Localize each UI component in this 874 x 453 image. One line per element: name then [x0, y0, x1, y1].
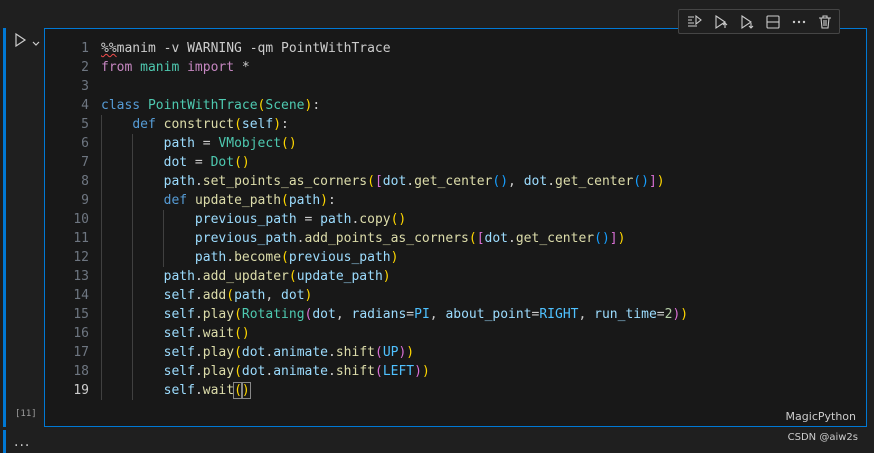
line-number-gutter: 1 2 3 4 5 6 7 8 9 10 11 12 13 14 15 16 17 18 19	[45, 39, 89, 400]
cell-focus-indicator	[3, 28, 6, 427]
line-number: 6	[81, 136, 89, 151]
line-number: 9	[81, 193, 89, 208]
code-line[interactable]: self.play(dot.animate.shift(UP))	[101, 343, 856, 362]
line-number: 7	[81, 155, 89, 170]
code-line[interactable]: self.play(Rotating(dot, radians=PI, abou…	[101, 305, 856, 324]
delete-icon[interactable]	[812, 11, 838, 33]
watermark: CSDN @aiw2s	[787, 432, 858, 443]
execution-count: [11]	[15, 409, 37, 419]
line-number: 5	[81, 117, 89, 132]
line-number: 14	[73, 288, 89, 303]
code-line[interactable]: from manim import *	[101, 58, 856, 77]
run-cell-icon[interactable]	[12, 32, 28, 48]
next-cell-indicator	[3, 430, 6, 453]
code-line[interactable]: self.add(path, dot)	[101, 286, 856, 305]
line-number: 13	[73, 269, 89, 284]
line-number: 4	[81, 98, 89, 113]
line-number: 8	[81, 174, 89, 189]
code-line[interactable]: path = VMobject()	[101, 134, 856, 153]
code-line[interactable]	[101, 77, 856, 96]
more-icon[interactable]	[786, 11, 812, 33]
line-number: 2	[81, 60, 89, 75]
split-cell-icon[interactable]	[760, 11, 786, 33]
code-line[interactable]: previous_path.add_points_as_corners([dot…	[101, 229, 856, 248]
code-line[interactable]: %%manim -v WARNING -qm PointWithTrace	[101, 39, 856, 58]
run-by-line-icon[interactable]	[682, 11, 708, 33]
execute-below-icon[interactable]	[734, 11, 760, 33]
line-number: 19	[73, 383, 89, 398]
code-line[interactable]: previous_path = path.copy()	[101, 210, 856, 229]
code-line[interactable]: self.wait()	[101, 324, 856, 343]
line-number: 15	[73, 307, 89, 322]
line-number: 16	[73, 326, 89, 341]
code-line[interactable]: path.become(previous_path)	[101, 248, 856, 267]
code-line[interactable]: path.set_points_as_corners([dot.get_cent…	[101, 172, 856, 191]
code-line[interactable]: def construct(self):	[101, 115, 856, 134]
code-line[interactable]: path.add_updater(update_path)	[101, 267, 856, 286]
execute-above-icon[interactable]	[708, 11, 734, 33]
chevron-down-icon[interactable]	[31, 34, 41, 46]
line-number: 17	[73, 345, 89, 360]
line-number: 18	[73, 364, 89, 379]
line-number: 12	[73, 250, 89, 265]
code-area[interactable]: %%manim -v WARNING -qm PointWithTrace fr…	[101, 39, 856, 400]
language-indicator[interactable]: MagicPython	[786, 410, 856, 423]
line-number: 11	[73, 231, 89, 246]
cell-toolbar	[678, 9, 840, 34]
line-number: 10	[73, 212, 89, 227]
code-line[interactable]: class PointWithTrace(Scene):	[101, 96, 856, 115]
collapsed-cell-ellipsis[interactable]: ...	[14, 434, 30, 450]
code-line[interactable]: dot = Dot()	[101, 153, 856, 172]
code-line[interactable]: self.wait()	[101, 381, 856, 400]
code-line[interactable]: self.play(dot.animate.shift(LEFT))	[101, 362, 856, 381]
line-number: 1	[81, 41, 89, 56]
code-editor[interactable]: 1 2 3 4 5 6 7 8 9 10 11 12 13 14 15 16 17 18 19 %%manim -v…	[44, 28, 867, 427]
line-number: 3	[81, 79, 89, 94]
code-line[interactable]: def update_path(path):	[101, 191, 856, 210]
